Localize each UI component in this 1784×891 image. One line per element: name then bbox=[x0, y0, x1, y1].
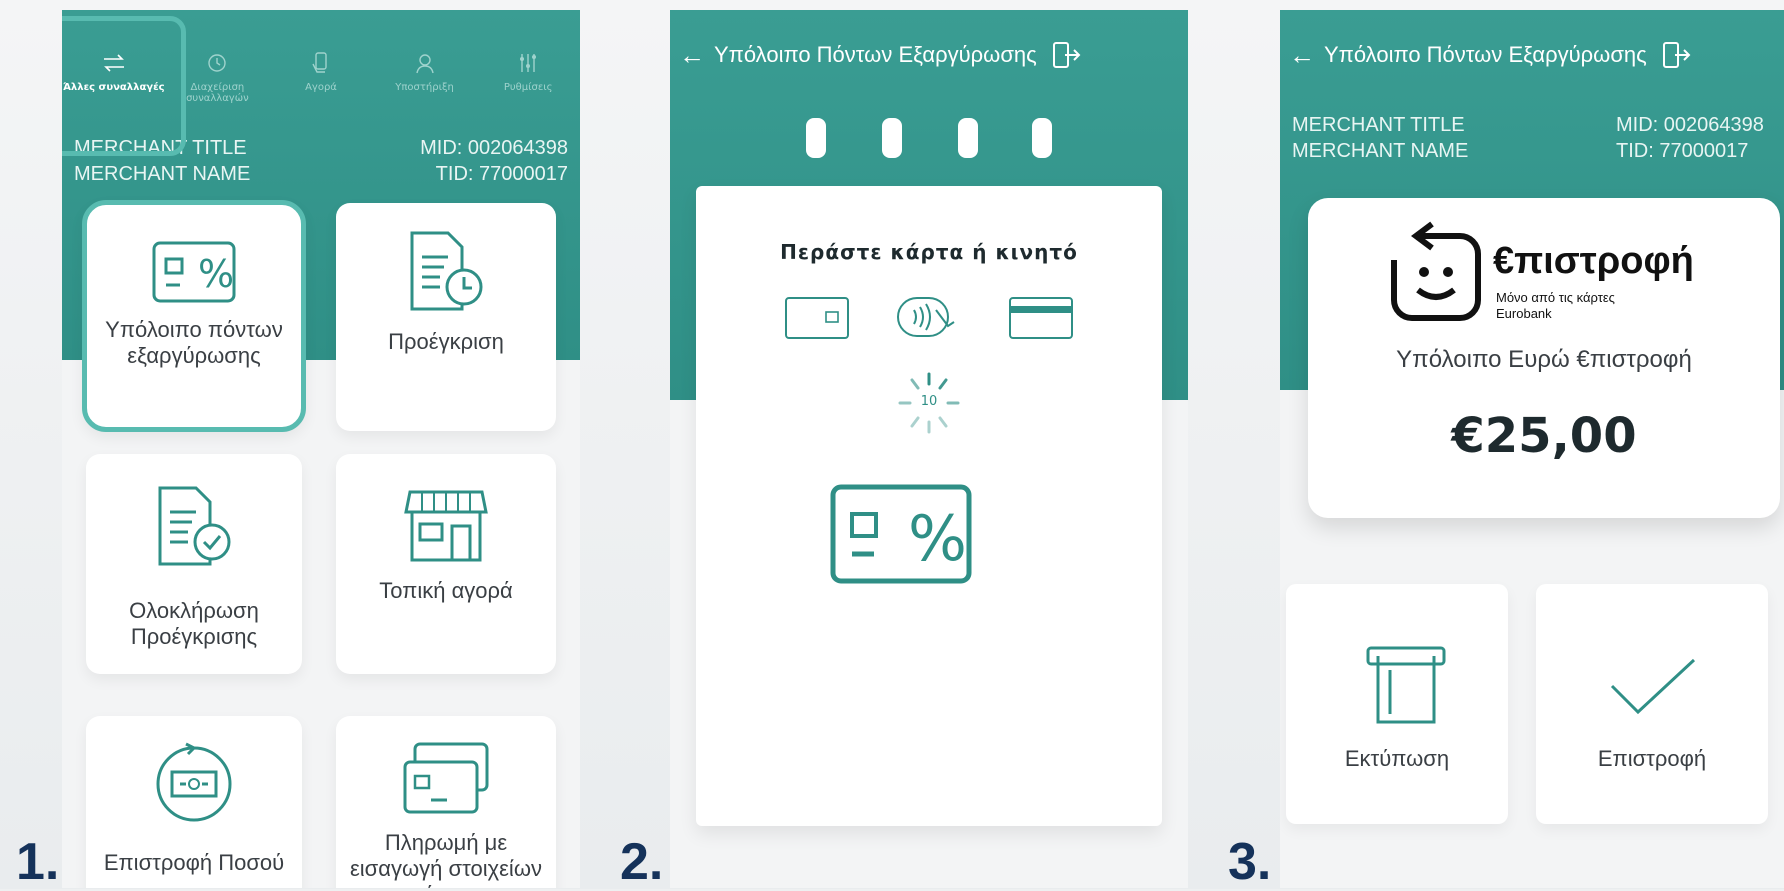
tile-label: Ολοκλήρωση Προέγκρισης bbox=[129, 598, 259, 649]
highlight-frame bbox=[62, 16, 186, 156]
step-number-1: 1. bbox=[16, 833, 60, 891]
terminal-ids: MID: 002064398 TID: 77000017 bbox=[420, 135, 568, 187]
tile-loyalty-balance[interactable]: % Υπόλοιπο πόντων εξαργύρωσης bbox=[82, 200, 306, 432]
exit-icon[interactable] bbox=[1661, 40, 1693, 70]
sliders-icon bbox=[520, 54, 537, 72]
hand-card-icon bbox=[312, 52, 327, 73]
chip-card-icon bbox=[785, 297, 849, 339]
brand-subtitle-line1: Μόνο από τις κάρτες bbox=[1496, 290, 1615, 305]
clock-icon bbox=[208, 54, 227, 72]
header: ← Υπόλοιπο Πόντων Εξαργύρωσης bbox=[670, 30, 1188, 80]
print-button[interactable]: Εκτύπωση bbox=[1286, 584, 1508, 824]
svg-text:%: % bbox=[908, 502, 967, 575]
swipe-card-icon bbox=[1009, 297, 1073, 339]
brand-title: €πιστροφή bbox=[1493, 240, 1694, 282]
tile-local-purchase[interactable]: Τοπική αγορά bbox=[336, 454, 556, 674]
percent-card-icon: % bbox=[830, 484, 972, 584]
nav-label: Υποστήριξη bbox=[395, 82, 454, 93]
check-icon bbox=[1610, 658, 1696, 715]
screen-home: Άλλες συναλλαγές Διαχείριση συναλλαγών Α… bbox=[62, 10, 580, 888]
pin-indicator bbox=[1032, 118, 1052, 158]
brand-subtitle-line2: Eurobank bbox=[1496, 306, 1552, 321]
merchant-title: MERCHANT TITLE bbox=[1292, 114, 1465, 136]
tile-preauth-completion[interactable]: Ολοκλήρωση Προέγκρισης bbox=[86, 454, 302, 674]
support-agent-icon bbox=[415, 54, 434, 74]
merchant-id: MID: 002064398 bbox=[1616, 114, 1764, 136]
confirm-label: Επιστροφή bbox=[1597, 746, 1707, 771]
tile-refund-amount[interactable]: Επιστροφή Ποσού bbox=[86, 716, 302, 888]
terminal-ids: MID: 002064398 TID: 77000017 bbox=[1616, 112, 1764, 164]
card-entry-icon bbox=[403, 742, 489, 814]
shop-icon bbox=[404, 490, 488, 562]
nav-purchase[interactable]: Αγορά bbox=[269, 50, 373, 130]
svg-text:%: % bbox=[198, 252, 234, 296]
merchant-info: MERCHANT TITLE MERCHANT NAME bbox=[1292, 112, 1468, 164]
card-prompt-panel: Περάστε κάρτα ή κινητό 10 % bbox=[696, 186, 1162, 826]
exit-icon[interactable] bbox=[1051, 40, 1083, 70]
nav-support[interactable]: Υποστήριξη bbox=[373, 50, 477, 130]
document-check-icon bbox=[158, 486, 231, 566]
balance-label: Υπόλοιπο Ευρώ €πιστροφή bbox=[1396, 346, 1692, 373]
brand-subtitle: Μόνο από τις κάρτες Eurobank bbox=[1496, 290, 1615, 322]
terminal-id: TID: 77000017 bbox=[435, 163, 568, 185]
countdown-spinner: 10 bbox=[896, 370, 962, 436]
print-label: Εκτύπωση bbox=[1344, 746, 1450, 771]
terminal-id: TID: 77000017 bbox=[1616, 140, 1749, 162]
tile-label: Προέγκριση bbox=[388, 329, 504, 354]
step-number-2: 2. bbox=[620, 833, 664, 891]
refund-cash-icon bbox=[156, 742, 232, 822]
tile-manual-card-entry[interactable]: Πληρωμή με εισαγωγή στοιχείων κάρτας bbox=[336, 716, 556, 888]
step-number-3: 3. bbox=[1228, 833, 1272, 891]
countdown-value: 10 bbox=[920, 394, 938, 409]
nav-settings[interactable]: Ρυθμίσεις bbox=[476, 50, 580, 130]
balance-amount: €25,00 bbox=[1451, 408, 1637, 464]
pin-indicator bbox=[958, 118, 978, 158]
contactless-icon bbox=[897, 297, 955, 337]
pin-indicator bbox=[806, 118, 826, 158]
nav-label: Ρυθμίσεις bbox=[503, 82, 553, 93]
tile-label: Υπόλοιπο πόντων εξαργύρωσης bbox=[105, 317, 283, 368]
print-icon bbox=[1366, 646, 1446, 724]
merchant-name: MERCHANT NAME bbox=[1292, 140, 1469, 162]
merchant-name: MERCHANT NAME bbox=[74, 163, 251, 185]
merchant-id: MID: 002064398 bbox=[420, 137, 568, 159]
screen-balance-result: ← Υπόλοιπο Πόντων Εξαργύρωσης MERCHANT T… bbox=[1280, 10, 1784, 888]
percent-card-icon: % bbox=[152, 241, 236, 303]
nav-label: Αγορά bbox=[305, 82, 337, 93]
card-prompt-text: Περάστε κάρτα ή κινητό bbox=[780, 240, 1078, 264]
tile-label: Επιστροφή Ποσού bbox=[103, 850, 285, 875]
pin-indicator bbox=[882, 118, 902, 158]
back-arrow-icon[interactable]: ← bbox=[670, 40, 714, 71]
screen-card-prompt: ← Υπόλοιπο Πόντων Εξαργύρωσης Περάστε κά… bbox=[670, 10, 1188, 888]
tile-preauthorization[interactable]: Προέγκριση bbox=[336, 203, 556, 431]
smiley-refund-logo-icon bbox=[1391, 221, 1481, 321]
header: ← Υπόλοιπο Πόντων Εξαργύρωσης bbox=[1280, 30, 1784, 80]
tile-label: Πληρωμή με εισαγωγή στοιχείων κάρτας bbox=[349, 830, 543, 888]
screen-title: Υπόλοιπο Πόντων Εξαργύρωσης bbox=[1324, 42, 1647, 67]
confirm-refund-button[interactable]: Επιστροφή bbox=[1536, 584, 1768, 824]
balance-card: €πιστροφή Μόνο από τις κάρτες Eurobank Υ… bbox=[1308, 198, 1780, 518]
screen-title: Υπόλοιπο Πόντων Εξαργύρωσης bbox=[714, 42, 1037, 67]
tile-label: Τοπική αγορά bbox=[379, 578, 513, 603]
back-arrow-icon[interactable]: ← bbox=[1280, 40, 1324, 71]
document-clock-icon bbox=[410, 231, 483, 311]
